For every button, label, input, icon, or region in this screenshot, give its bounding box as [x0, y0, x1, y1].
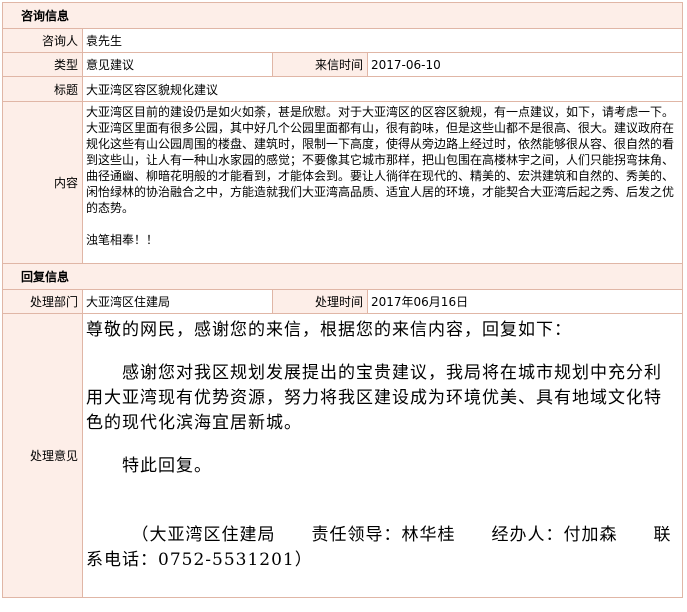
- type-value: 意见建议: [82, 52, 273, 77]
- content-cell: 大亚湾区目前的建设仍是如火如荼，甚是欣慰。对于大亚湾区的区容区貌规，有一点建议，…: [81, 101, 684, 264]
- consultation-table: 咨询信息 咨询人 袁先生 类型 意见建议 来信时间 2017-06-10 标题 …: [1, 2, 684, 598]
- consultant-value: 袁先生: [81, 28, 684, 53]
- date-value: 2017-06-10: [366, 52, 684, 77]
- dept-value: 大亚湾区住建局: [82, 289, 273, 314]
- content-paragraph-1: 大亚湾区目前的建设仍是如火如荼，甚是欣慰。对于大亚湾区的区容区貌规，有一点建议，…: [86, 105, 675, 119]
- reply-body: 感谢您对我区规划发展提出的宝贵建议，我局将在城市规划中充分利用大亚湾现有优势资源…: [86, 363, 662, 433]
- content-label: 内容: [2, 101, 83, 264]
- opinion-label: 处理意见: [2, 313, 83, 598]
- date-label: 来信时间: [272, 52, 368, 77]
- reply-section-title: 回复信息: [1, 263, 684, 290]
- dept-label: 处理部门: [2, 289, 83, 314]
- consultant-label: 咨询人: [2, 28, 83, 53]
- subject-label: 标题: [2, 76, 83, 102]
- subject-value: 大亚湾区容区貌规化建议: [81, 76, 684, 102]
- content-paragraph-3: 浊笔相奉！！: [86, 233, 159, 247]
- opinion-cell: 尊敬的网民，感谢您的来信，根据您的来信内容，回复如下： 感谢您对我区规划发展提出…: [81, 313, 684, 598]
- reply-closing: 特此回复。: [86, 456, 212, 476]
- reply-greeting: 尊敬的网民，感谢您的来信，根据您的来信内容，回复如下：: [86, 320, 572, 340]
- consult-section-title: 咨询信息: [1, 2, 684, 29]
- time-value: 2017年06月16日: [366, 289, 684, 314]
- reply-signature: （大亚湾区住建局 责任领导：林华桂 经办人：付加森 联系电话：0752-5531…: [86, 525, 672, 570]
- content-paragraph-2: 大亚湾区里面有很多公园，其中好几个公园里面都有山，很有韵味，但是这些山都不是很高…: [86, 121, 675, 215]
- type-label: 类型: [2, 52, 83, 77]
- time-label: 处理时间: [272, 289, 368, 314]
